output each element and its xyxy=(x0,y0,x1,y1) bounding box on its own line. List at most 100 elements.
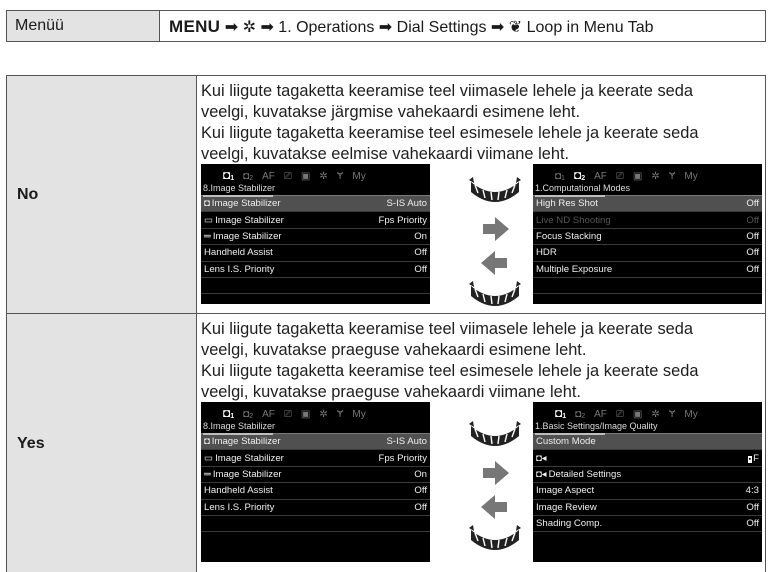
shooting-tab-2-icon: ◘ 2 xyxy=(575,409,586,420)
camera-menu-row: ▭ Image Stabilizer Fps Priority xyxy=(201,212,430,229)
gear-icon: ✲ xyxy=(242,19,256,36)
camera-sound-icon: ◘◂ xyxy=(536,468,547,480)
camera-tab-bar: ◘ 1 ◘ 2 AF ⎚ ▣ ✲ Ɏ My xyxy=(201,402,430,420)
camera-section-title: 1.Basic Settings/Image Quality xyxy=(533,420,762,435)
menu-label: Menüü xyxy=(7,11,160,41)
camera-menu-row: Image Aspect 4:3 xyxy=(533,483,762,500)
camera-icon: ◘ xyxy=(204,436,210,448)
camera-icon: ◘ xyxy=(204,198,210,210)
camera-tab-bar: ◘ 1 ◘ 2 AF ⎚ ▣ ✲ Ɏ My xyxy=(533,402,762,420)
settings-table: No Kui liigute tagaketta keeramise teel … xyxy=(6,75,766,572)
menu-path-middle: 1. Operations ➡ Dial Settings ➡ xyxy=(278,19,509,36)
camera-menu-row: Custom Mode xyxy=(533,434,762,451)
f-badge-icon: ▪ xyxy=(747,455,753,463)
shooting-tab-1-icon: ◘ 1 xyxy=(223,168,235,182)
camera-section-title: 8.Image Stabilizer xyxy=(201,420,430,435)
video-icon: ▭ xyxy=(204,214,214,226)
camera-menu-row: Shading Comp. Off xyxy=(533,516,762,533)
video-icon: ▭ xyxy=(204,452,214,464)
menu-path-table: Menüü MENU ➡ ✲ ➡ 1. Operations ➡ Dial Se… xyxy=(6,10,766,42)
camera-menu-row-empty: . xyxy=(533,278,762,295)
playback-tab-icon: ▣ xyxy=(632,409,643,420)
camera-menu-row: Image Review Off xyxy=(533,500,762,516)
row-description: Kui liigute tagaketta keeramise teel vii… xyxy=(197,76,765,313)
wrench-tab-icon: Ɏ xyxy=(336,171,344,182)
lines-icon: ═ xyxy=(204,468,211,480)
camera-menu-row: Focus Stacking Off xyxy=(533,229,762,246)
menu-path-end: Loop in Menu Tab xyxy=(526,19,654,36)
description-line: veelgi, kuvatakse järgmise vahekaardi es… xyxy=(201,103,581,121)
camera-menu-row: Live ND Shooting Off xyxy=(533,212,762,229)
table-row: No Kui liigute tagaketta keeramise teel … xyxy=(7,76,765,314)
camera-menu-row: ◘ Image Stabilizer S-IS Auto xyxy=(201,434,430,451)
my-tab: My xyxy=(352,409,366,420)
rear-dial-icon xyxy=(469,525,521,550)
camera-section-title: 1.Computational Modes xyxy=(533,182,762,197)
rear-dial-icon xyxy=(469,177,521,202)
video-tab-icon: ⎚ xyxy=(283,171,292,182)
description-line: veelgi, kuvatakse eelmise vahekaardi vii… xyxy=(201,145,570,163)
gear-tab-icon: ✲ xyxy=(319,409,328,420)
my-tab: My xyxy=(684,171,698,182)
shooting-tab-1-icon: ◘ 1 xyxy=(555,171,565,182)
arrow-right-icon xyxy=(483,217,509,241)
camera-screen-left: ◘ 1 ◘ 2 AF ⎚ ▣ ✲ Ɏ My 8.Image Stabilizer ◘… xyxy=(201,164,430,304)
af-tab: AF xyxy=(262,171,275,182)
shooting-tab-2-icon: ◘ 2 xyxy=(573,168,586,182)
camera-menu-row: Multiple Exposure Off xyxy=(533,262,762,278)
camera-menu-row: Handheld Assist Off xyxy=(201,483,430,500)
gear-tab-icon: ✲ xyxy=(319,171,328,182)
video-tab-icon: ⎚ xyxy=(615,409,624,420)
camera-menu-row: Lens I.S. Priority Off xyxy=(201,500,430,516)
camera-screen-right: ◘ 1 ◘ 2 AF ⎚ ▣ ✲ Ɏ My 1.Basic Settings/Ima… xyxy=(533,402,762,562)
af-tab: AF xyxy=(262,409,275,420)
arrow-right-icon: ➡ xyxy=(260,19,279,36)
shooting-tab-1-icon: ◘ 1 xyxy=(223,406,235,420)
camera-menu-row: Lens I.S. Priority Off xyxy=(201,262,430,278)
af-tab: AF xyxy=(594,171,607,182)
lines-icon: ═ xyxy=(204,230,211,242)
arrow-left-icon xyxy=(481,251,507,275)
arrow-right-icon xyxy=(483,461,509,485)
menu-keyword: MENU xyxy=(169,17,221,36)
row-description: Kui liigute tagaketta keeramise teel vii… xyxy=(197,314,765,572)
video-tab-icon: ⎚ xyxy=(283,409,292,420)
arrow-left-icon xyxy=(481,495,507,519)
dial-sequence xyxy=(465,176,525,306)
camera-menu-row-empty: . xyxy=(201,516,430,533)
description-line: veelgi, kuvatakse praeguse vahekaardi es… xyxy=(201,341,587,359)
wrench-tab-icon: Ɏ xyxy=(668,171,676,182)
playback-tab-icon: ▣ xyxy=(300,409,311,420)
shooting-tab-2-icon: ◘ 2 xyxy=(243,409,254,420)
camera-menu-row: ═ Image Stabilizer On xyxy=(201,229,430,246)
loop-icon: ❦ xyxy=(508,19,523,36)
camera-menu-row-empty: . xyxy=(201,294,430,310)
camera-menu-row: Handheld Assist Off xyxy=(201,245,430,262)
camera-screen-left: ◘ 1 ◘ 2 AF ⎚ ▣ ✲ Ɏ My 8.Image Stabilizer ◘… xyxy=(201,402,430,562)
playback-tab-icon: ▣ xyxy=(300,171,311,182)
camera-menu-row: ◘ Image Stabilizer S-IS Auto xyxy=(201,196,430,213)
gear-tab-icon: ✲ xyxy=(651,171,660,182)
playback-tab-icon: ▣ xyxy=(632,171,643,182)
camera-tab-bar: ◘ 1 ◘ 2 AF ⎚ ▣ ✲ Ɏ My xyxy=(533,164,762,182)
description-line: Kui liigute tagaketta keeramise teel vii… xyxy=(201,320,693,338)
description-line: veelgi, kuvatakse praeguse vahekaardi vi… xyxy=(201,383,581,401)
table-row: Yes Kui liigute tagaketta keeramise teel… xyxy=(7,314,765,572)
row-label-no: No xyxy=(7,76,197,313)
camera-menu-row: ◘◂ Detailed Settings xyxy=(533,467,762,484)
dial-sequence xyxy=(465,420,525,550)
my-tab: My xyxy=(684,409,698,420)
camera-menu-row-empty: . xyxy=(201,278,430,295)
wrench-tab-icon: Ɏ xyxy=(336,409,344,420)
rear-dial-icon xyxy=(469,281,521,306)
description-line: Kui liigute tagaketta keeramise teel esi… xyxy=(201,362,699,380)
my-tab: My xyxy=(352,171,366,182)
rear-dial-icon xyxy=(469,421,521,446)
camera-menu-row: ▭ Image Stabilizer Fps Priority xyxy=(201,450,430,467)
camera-menu-row: HDR Off xyxy=(533,245,762,262)
gear-tab-icon: ✲ xyxy=(651,409,660,420)
af-tab: AF xyxy=(594,409,607,420)
description-line: Kui liigute tagaketta keeramise teel esi… xyxy=(201,124,699,142)
shooting-tab-1-icon: ◘ 1 xyxy=(555,406,567,420)
video-tab-icon: ⎚ xyxy=(615,171,624,182)
